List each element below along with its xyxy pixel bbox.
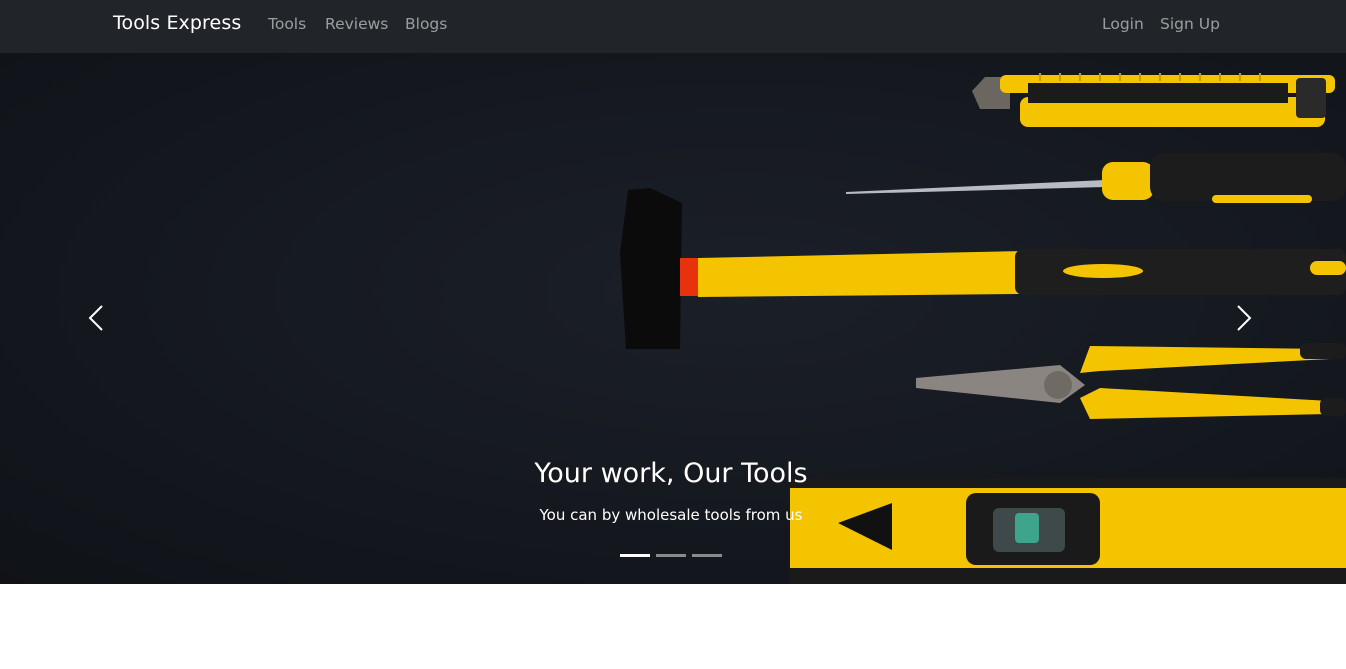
signup-link[interactable]: Sign Up [1160, 15, 1220, 33]
login-link[interactable]: Login [1102, 15, 1144, 33]
nav-link-reviews[interactable]: Reviews [325, 15, 388, 33]
utility-knife [972, 73, 1335, 127]
brand-logo[interactable]: Tools Express [113, 12, 241, 34]
hero-tools-image [0, 53, 1346, 584]
carousel-indicator-3[interactable] [692, 554, 722, 557]
hero-carousel: Your work, Our Tools You can by wholesal… [0, 53, 1346, 584]
carousel-indicator-2[interactable] [656, 554, 686, 557]
chevron-right-icon [1237, 305, 1252, 331]
spirit-level [790, 478, 1346, 584]
chevron-left-icon [88, 305, 103, 331]
carousel-caption-text: You can by wholesale tools from us [539, 506, 803, 524]
carousel-prev-button[interactable] [76, 293, 116, 343]
nav-link-blogs[interactable]: Blogs [405, 15, 447, 33]
nav-link-tools[interactable]: Tools [268, 15, 306, 33]
navbar: Tools Express Tools Reviews Blogs Login … [0, 0, 1346, 53]
carousel-next-button[interactable] [1224, 293, 1264, 343]
carousel-caption-title: Your work, Our Tools [534, 458, 808, 489]
carousel-indicator-1[interactable] [620, 554, 650, 557]
